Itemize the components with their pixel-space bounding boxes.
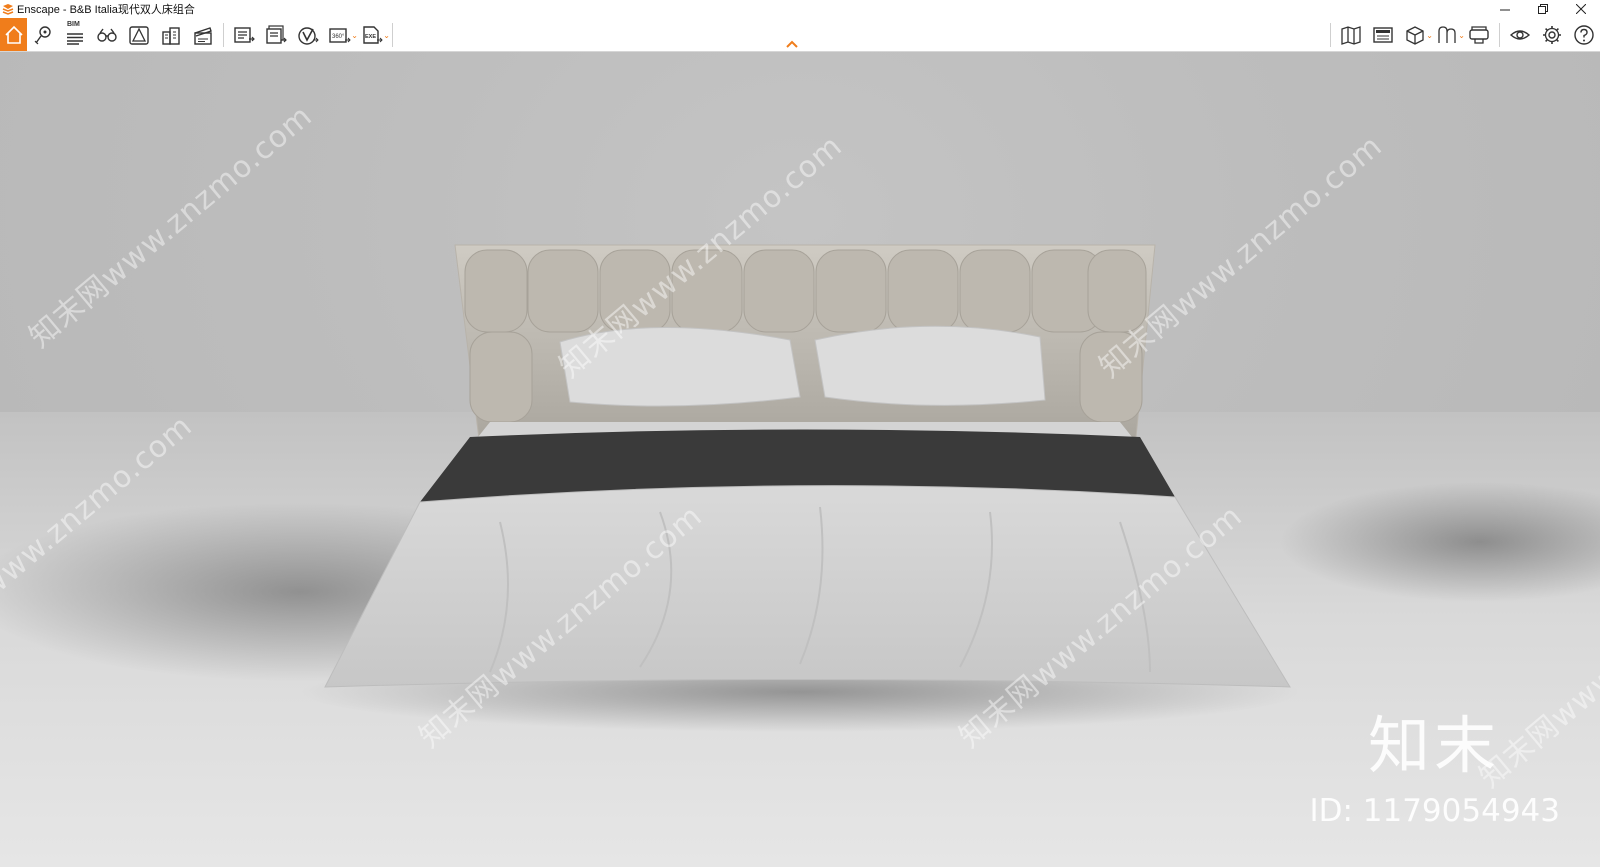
views-button[interactable] bbox=[27, 18, 59, 51]
batch-render-icon bbox=[266, 24, 287, 44]
buildings-button[interactable] bbox=[155, 18, 187, 51]
home-button[interactable] bbox=[0, 18, 27, 51]
view-cube-button[interactable]: ⌄ bbox=[1399, 18, 1433, 51]
window-title: Enscape - B&B Italia现代双人床组合 bbox=[17, 4, 195, 16]
restore-icon bbox=[1538, 4, 1548, 14]
main-toolbar: BIM 360° ⌄ EXE ⌄ ⌄ ⌄ bbox=[0, 18, 1600, 52]
visual-settings-button[interactable] bbox=[1504, 18, 1536, 51]
batch-render-button[interactable] bbox=[260, 18, 292, 51]
exe-dropdown-chevron-icon[interactable]: ⌄ bbox=[383, 31, 390, 40]
map-icon bbox=[1341, 25, 1361, 45]
material-icon bbox=[1438, 25, 1456, 43]
asset-library-icon bbox=[129, 25, 149, 45]
clapperboard-icon bbox=[194, 26, 212, 45]
help-button[interactable] bbox=[1568, 18, 1600, 51]
panorama-label: 360° bbox=[332, 34, 345, 40]
web-export-icon bbox=[298, 26, 319, 45]
left-toolbar-group: BIM 360° ⌄ EXE ⌄ bbox=[0, 18, 397, 51]
close-button[interactable] bbox=[1562, 0, 1600, 18]
gear-icon bbox=[1543, 25, 1561, 44]
bim-label: BIM bbox=[67, 21, 80, 28]
toolbar-separator bbox=[1330, 22, 1331, 47]
eye-icon bbox=[1509, 29, 1531, 40]
restore-button[interactable] bbox=[1524, 0, 1562, 18]
capture-icon bbox=[1373, 26, 1393, 43]
binoculars-icon bbox=[97, 28, 117, 42]
exe-label: EXE bbox=[365, 34, 376, 40]
bim-button[interactable]: BIM bbox=[59, 18, 91, 51]
cube-icon bbox=[1406, 25, 1424, 45]
settings-button[interactable] bbox=[1536, 18, 1568, 51]
toolbar-separator bbox=[223, 22, 224, 47]
help-icon bbox=[1574, 24, 1594, 45]
minimize-button[interactable] bbox=[1486, 0, 1524, 18]
render-viewport[interactable]: 知末网www.znzmo.com 知末网www.znzmo.com 知末网www… bbox=[0, 52, 1600, 867]
video-editor-button[interactable] bbox=[187, 18, 219, 51]
screenshot-button[interactable] bbox=[228, 18, 260, 51]
materials-button[interactable]: ⌄ bbox=[1431, 18, 1465, 51]
brand-id-label: ID: 1179054943 bbox=[1309, 793, 1560, 829]
asset-library-button[interactable] bbox=[123, 18, 155, 51]
exe-export-button[interactable]: EXE ⌄ bbox=[356, 18, 390, 51]
home-icon bbox=[4, 25, 23, 44]
collapse-toolbar-chevron-up-icon[interactable] bbox=[785, 38, 799, 50]
capture-button[interactable] bbox=[1367, 18, 1399, 51]
minimize-icon bbox=[1500, 9, 1510, 11]
vr-headset-icon bbox=[1469, 25, 1489, 44]
binoculars-button[interactable] bbox=[91, 18, 123, 51]
panorama-button[interactable]: 360° ⌄ bbox=[324, 18, 358, 51]
location-pin-icon bbox=[34, 25, 51, 44]
close-icon bbox=[1576, 4, 1586, 14]
title-bar: Enscape - B&B Italia现代双人床组合 bbox=[0, 0, 1600, 18]
toolbar-separator bbox=[1499, 22, 1500, 47]
window-controls bbox=[1486, 0, 1600, 18]
right-toolbar-group: ⌄ ⌄ bbox=[1326, 18, 1600, 51]
toolbar-separator bbox=[392, 22, 393, 47]
vr-button[interactable] bbox=[1463, 18, 1495, 51]
web-standalone-button[interactable] bbox=[292, 18, 324, 51]
exe-export-icon: EXE bbox=[363, 25, 383, 44]
buildings-icon bbox=[162, 26, 180, 45]
panorama-360-icon: 360° bbox=[329, 27, 351, 43]
screenshot-icon bbox=[234, 26, 255, 43]
enscape-logo-icon bbox=[2, 4, 14, 15]
map-button[interactable] bbox=[1335, 18, 1367, 51]
brand-watermark: 知末 bbox=[1367, 709, 1500, 782]
